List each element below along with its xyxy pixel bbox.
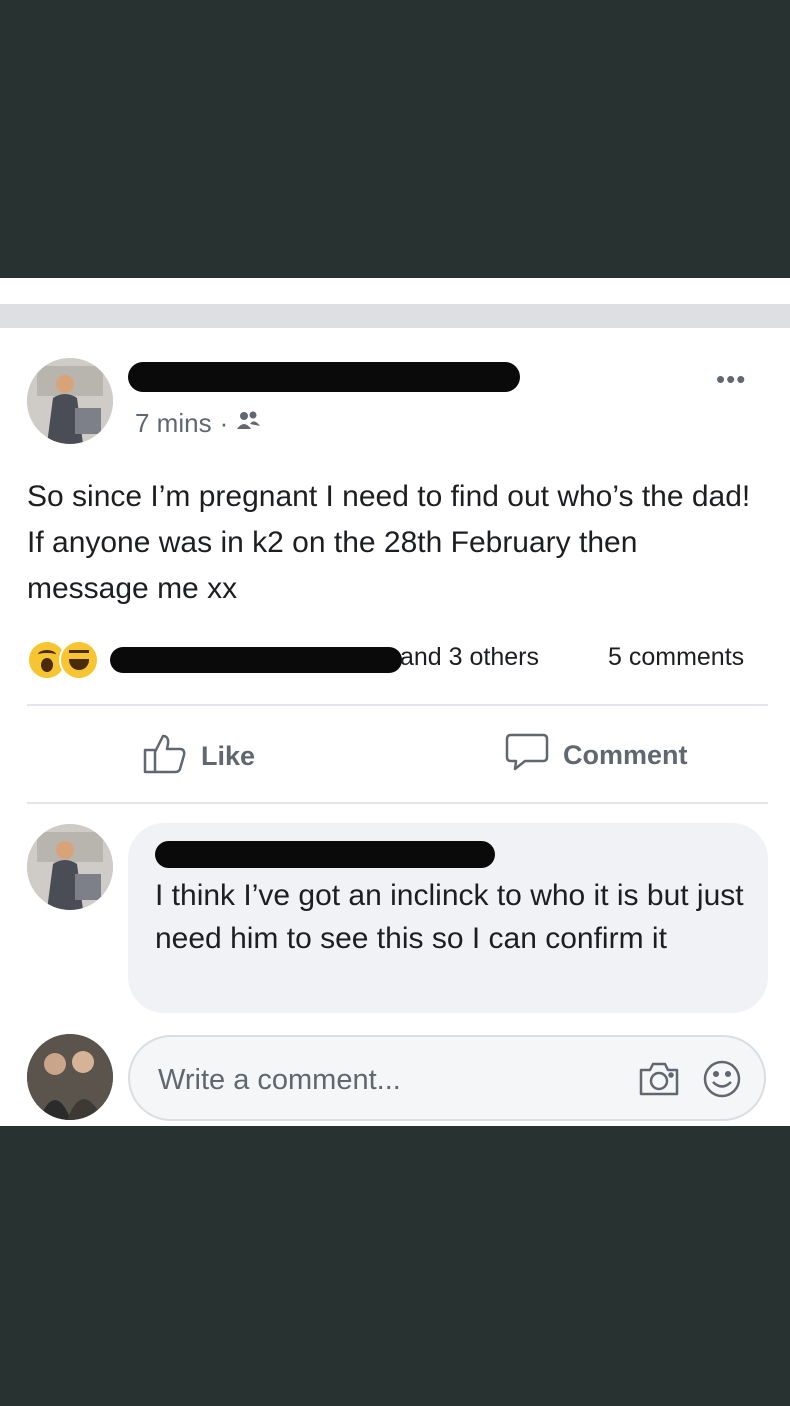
author-avatar[interactable] xyxy=(27,358,113,444)
comment-input[interactable] xyxy=(156,1057,620,1103)
post-text: So since I’m pregnant I need to find out… xyxy=(27,480,751,605)
emoji-icon[interactable] xyxy=(702,1059,742,1104)
comment-text: I think I’ve got an inclinck to who it i… xyxy=(155,879,744,955)
like-label: Like xyxy=(201,741,256,771)
reaction-icons[interactable] xyxy=(27,640,99,680)
post-card: 7 mins · ••• So since I’m pregnant I nee… xyxy=(0,278,790,1126)
speech-bubble-icon xyxy=(505,732,549,779)
post-time[interactable]: 7 mins xyxy=(135,408,212,439)
comments-count[interactable]: 5 comments xyxy=(608,643,744,672)
commenter-name-redacted xyxy=(155,841,495,868)
card-top-spacer xyxy=(0,278,790,304)
comment-button[interactable]: Comment xyxy=(505,732,688,779)
comment-composer[interactable] xyxy=(128,1035,766,1121)
friends-audience-icon[interactable] xyxy=(236,408,262,439)
author-name-redacted xyxy=(128,362,520,392)
reactor-names-redacted xyxy=(110,647,402,673)
commenter-avatar[interactable] xyxy=(27,824,113,910)
divider-top xyxy=(27,704,768,706)
meta-separator: · xyxy=(219,408,229,438)
divider-bottom xyxy=(27,802,768,804)
current-user-avatar xyxy=(27,1034,113,1120)
camera-icon[interactable] xyxy=(638,1061,680,1102)
more-options-icon[interactable]: ••• xyxy=(716,366,746,392)
haha-reaction-icon xyxy=(59,640,99,680)
comment-label: Comment xyxy=(563,740,688,770)
reaction-others[interactable]: and 3 others xyxy=(400,643,539,672)
thumbs-up-icon xyxy=(143,732,187,781)
like-button[interactable]: Like xyxy=(143,732,255,781)
feed-separator xyxy=(0,304,790,328)
post-meta: 7 mins · xyxy=(135,408,262,439)
